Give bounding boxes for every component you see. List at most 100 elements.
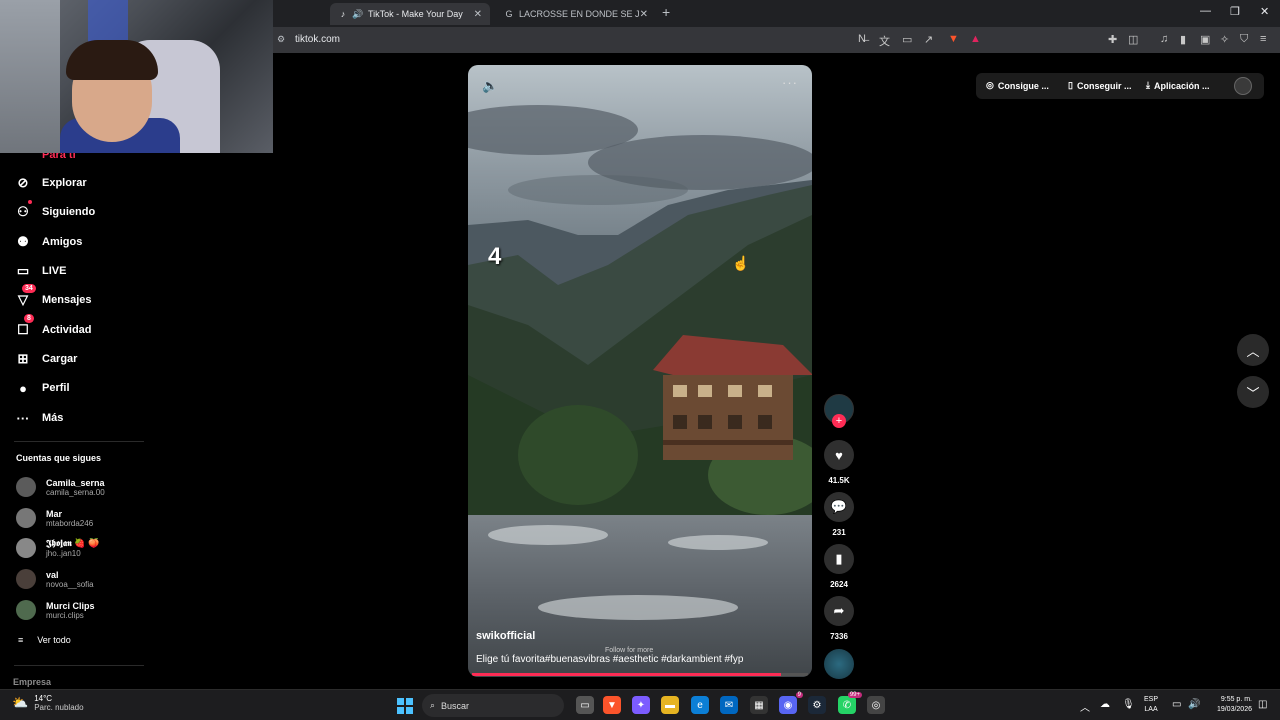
- see-all-link[interactable]: ≡ Ver todo: [18, 635, 71, 645]
- brave-shield-icon[interactable]: ▼: [948, 33, 959, 45]
- sidebar-item-more[interactable]: ··· Más: [14, 408, 64, 428]
- app-label: Aplicación ...: [1153, 80, 1210, 91]
- avatar: [16, 600, 36, 620]
- sidebar-item-following[interactable]: ⚇ Siguiendo: [14, 200, 95, 222]
- volume-icon[interactable]: 🔈: [482, 78, 498, 94]
- translate-icon[interactable]: 文: [879, 33, 890, 49]
- url-field[interactable]: tiktok.com: [295, 34, 340, 45]
- microphone-icon[interactable]: 🎙: [1122, 699, 1135, 710]
- discord-icon[interactable]: ◉ 9: [779, 692, 803, 714]
- copilot-icon[interactable]: ✦: [632, 696, 650, 714]
- app-icon[interactable]: ◎: [867, 696, 885, 714]
- start-button[interactable]: [397, 698, 413, 714]
- avatar: [16, 477, 36, 497]
- network-icon[interactable]: ▭: [1172, 699, 1181, 710]
- follow-plus-button[interactable]: +: [832, 414, 846, 428]
- no-tracking-icon[interactable]: N̶: [858, 33, 866, 45]
- clock[interactable]: 9:55 p. m. 19/03/2026: [1206, 695, 1252, 715]
- speaker-icon[interactable]: 🔊: [352, 9, 363, 19]
- following-account[interactable]: 𝕵𝖍𝖔𝖏𝖆𝖓 🍓 🍑 jho..jan10: [16, 536, 99, 560]
- sidebar-item-live[interactable]: ▭ LIVE: [14, 261, 67, 281]
- sidebar-item-upload[interactable]: ⊞ Cargar: [14, 349, 78, 369]
- sidebar-item-friends[interactable]: ⚉ Amigos: [14, 232, 82, 252]
- download-icon: ⤓: [1146, 80, 1150, 90]
- app-button[interactable]: ⤓ Aplicación ...: [1146, 80, 1210, 91]
- video-house: [653, 335, 812, 460]
- volume-tray-icon[interactable]: 🔊: [1188, 699, 1200, 710]
- tab-tiktok[interactable]: ♪ 🔊 TikTok - Make Your Day ✕: [330, 3, 490, 25]
- task-view-icon[interactable]: ▭: [576, 696, 594, 714]
- weather-widget[interactable]: ⛅ 14°C Parc. nublado: [12, 694, 84, 712]
- sidebar-item-activity[interactable]: ☐ 8 Actividad: [14, 314, 92, 340]
- more-options-icon[interactable]: ···: [782, 75, 798, 90]
- share-icon[interactable]: ↗: [924, 33, 933, 46]
- file-explorer-icon[interactable]: ▬: [661, 696, 679, 714]
- sidebar-item-for-you[interactable]: Para ti: [42, 153, 76, 161]
- close-tab-icon[interactable]: ✕: [640, 9, 648, 20]
- video-progress-bar[interactable]: [472, 673, 808, 676]
- sidebar-item-profile[interactable]: ● Perfil: [14, 378, 69, 398]
- ai-icon[interactable]: ✧: [1220, 33, 1229, 46]
- get-app-button[interactable]: ▯ Conseguir ...: [1068, 80, 1131, 91]
- profile-icon: ●: [19, 380, 27, 396]
- user-avatar[interactable]: [1234, 77, 1252, 95]
- minimize-icon[interactable]: —: [1200, 5, 1211, 17]
- show-hidden-icons[interactable]: ︿: [1080, 699, 1090, 714]
- close-window-icon[interactable]: ✕: [1260, 5, 1269, 18]
- video-player[interactable]: 🔈 ··· 4 ☝ swikofficial Follow for more E…: [468, 65, 812, 677]
- whatsapp-icon[interactable]: ✆ 99+: [838, 692, 862, 714]
- tab-lacrosse[interactable]: G LACROSSE EN DONDE SE JUEGA EN ✕: [496, 3, 656, 25]
- coin-icon: ◎: [986, 80, 994, 90]
- following-account[interactable]: Murci Clips murci.clips: [16, 598, 95, 622]
- new-tab-button[interactable]: +: [662, 4, 670, 20]
- store-icon[interactable]: ▦: [750, 696, 768, 714]
- music-icon[interactable]: ♫: [1160, 33, 1168, 45]
- account-name: Murci Clips: [46, 600, 95, 611]
- sidebar-item-messages[interactable]: ▽ 34 Mensajes: [14, 284, 92, 310]
- bookmark-icon: ▮: [835, 551, 843, 566]
- next-video-button[interactable]: ﹀: [1237, 376, 1269, 408]
- notification-icon[interactable]: ◫: [1258, 699, 1267, 710]
- following-account[interactable]: Camila_serna camila_serna.00: [16, 475, 105, 499]
- restore-icon[interactable]: ❐: [1230, 5, 1240, 18]
- like-button[interactable]: ♥: [824, 440, 854, 470]
- video-author[interactable]: swikofficial: [476, 630, 535, 642]
- menu-icon[interactable]: ≡: [1260, 33, 1266, 45]
- sidebar-divider: [14, 441, 144, 442]
- get-coins-button[interactable]: ◎ Consigue ...: [986, 80, 1049, 91]
- account-handle: mtaborda246: [46, 518, 94, 528]
- sidebar-toggle-icon[interactable]: ▮: [1180, 33, 1186, 46]
- site-settings-icon[interactable]: ⚙: [277, 34, 285, 45]
- account-name: 𝕵𝖍𝖔𝖏𝖆𝖓 🍓 🍑: [46, 538, 100, 548]
- steam-icon[interactable]: ⚙: [808, 696, 826, 714]
- wallet-icon[interactable]: ▣: [1200, 33, 1210, 46]
- rewards-icon[interactable]: ▲: [970, 33, 981, 45]
- heart-icon: ♥: [835, 447, 843, 463]
- following-account[interactable]: val novoa__sofia: [16, 567, 94, 591]
- cast-icon[interactable]: ▭: [902, 33, 912, 46]
- sidebar-item-explore[interactable]: ⊘ Explorar: [14, 173, 87, 193]
- edge-icon[interactable]: e: [691, 696, 709, 714]
- mail-icon[interactable]: ✉: [720, 696, 738, 714]
- screenshot-icon[interactable]: ◫: [1128, 33, 1138, 46]
- tab-label: TikTok - Make Your Day: [368, 9, 463, 19]
- weather-cloud-icon: ⛅: [12, 695, 29, 710]
- compass-icon: ⊘: [17, 175, 29, 190]
- following-account[interactable]: Mar mtaborda246: [16, 506, 93, 530]
- save-button[interactable]: ▮: [824, 544, 854, 574]
- onedrive-icon[interactable]: ☁: [1100, 699, 1110, 710]
- comment-button[interactable]: 💬: [824, 492, 854, 522]
- brave-browser-icon[interactable]: ▼: [603, 696, 621, 714]
- close-tab-icon[interactable]: ✕: [474, 9, 482, 20]
- video-caption[interactable]: Elige tú favorita#buenasvibras #aestheti…: [476, 654, 743, 665]
- share-button[interactable]: ➦: [824, 596, 854, 626]
- company-link[interactable]: Empresa: [13, 677, 51, 687]
- vpn-icon[interactable]: ⛉: [1240, 33, 1248, 46]
- account-name: Camila_serna: [46, 477, 105, 488]
- taskbar-search[interactable]: ⌕ Buscar: [422, 694, 564, 717]
- extensions-icon[interactable]: ✚: [1108, 33, 1117, 46]
- sidebar-item-label: Actividad: [42, 324, 92, 336]
- previous-video-button[interactable]: ︿: [1237, 334, 1269, 366]
- music-disc[interactable]: [824, 649, 854, 679]
- language-indicator[interactable]: ESP LAA: [1144, 695, 1158, 715]
